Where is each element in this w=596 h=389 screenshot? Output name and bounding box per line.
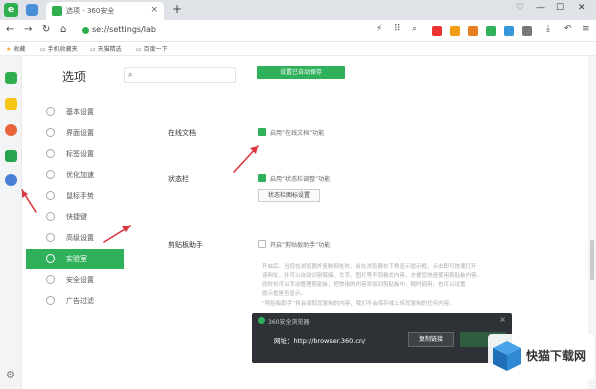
grid-icon[interactable]: ⠿: [394, 24, 401, 34]
tab-settings[interactable]: 选项 - 360安全 ×: [46, 2, 164, 20]
clipboard-description-line: 提示框是否显示。: [262, 291, 307, 297]
interface-icon: [46, 128, 55, 137]
scrollbar-thumb[interactable]: [590, 240, 594, 280]
app-icon[interactable]: [5, 150, 17, 162]
adblock-icon: [46, 296, 55, 305]
online-docs-option: 启用“在线文档”功能: [270, 130, 325, 137]
sidebar-item-optimize[interactable]: 优化加速: [26, 165, 124, 185]
tab-title: 选项 - 360安全: [66, 7, 115, 15]
sidebar-item-adblock[interactable]: 广告过滤: [26, 291, 124, 311]
app-icon[interactable]: [5, 72, 17, 84]
bookmarks-bar: ★ 收藏 ▭ 手机收藏夹 ▭ 天猫精选 ▭ 百度一下: [0, 42, 596, 56]
sidebar-item-tabs[interactable]: 标签设置: [26, 144, 124, 164]
shield-icon: [46, 275, 55, 284]
status-bar-option: 启用“状态栏调整”功能: [270, 176, 331, 183]
app-icon[interactable]: [5, 98, 17, 110]
url-text: se://settings/lab: [92, 25, 156, 34]
undo-icon[interactable]: ↶: [564, 24, 572, 34]
preview-title: 360安全浏览器: [268, 319, 310, 326]
gear-icon[interactable]: ⚙: [6, 370, 15, 381]
menu-icon[interactable]: [522, 26, 532, 36]
minimize-button[interactable]: —: [536, 3, 545, 13]
search-icon: ⌕: [128, 70, 133, 79]
page-title: 选项: [62, 70, 87, 84]
tab-favicon-icon: [52, 6, 62, 16]
download-icon[interactable]: ⤓: [546, 24, 550, 34]
search-input[interactable]: [141, 69, 233, 81]
watermark-text: 快猫下载网: [526, 349, 587, 363]
sidebar-item-gestures[interactable]: 鼠标手势: [26, 186, 124, 206]
app-orange-icon[interactable]: [450, 26, 460, 36]
app-green-icon[interactable]: [486, 26, 496, 36]
sidebar-item-advanced[interactable]: 高级设置: [26, 228, 124, 248]
keyboard-icon: [46, 212, 55, 221]
side-app-strip: ⚙: [0, 56, 22, 389]
app-blue-icon[interactable]: [504, 26, 514, 36]
app-amber-icon[interactable]: [468, 26, 478, 36]
sidebar-item-basic[interactable]: 基本设置: [26, 102, 124, 122]
app-red-icon[interactable]: [432, 26, 442, 36]
lab-icon: [46, 254, 55, 263]
home-button[interactable]: ⌂: [60, 24, 66, 35]
watermark: 快猫下载网: [488, 334, 594, 380]
tab-close-icon[interactable]: ×: [150, 5, 158, 15]
toolbar: ← → ↻ ⌂ se://settings/lab ⚡ ⠿ ⌕ ⤓ ↶ ≡: [0, 20, 596, 42]
star-icon: ★: [6, 46, 12, 53]
refresh-button[interactable]: ↻: [42, 24, 50, 35]
lightning-icon[interactable]: ⚡: [376, 24, 382, 34]
watermark-logo-icon: [493, 341, 521, 371]
status-bar-icon-settings-button[interactable]: 状态栏图标设置: [258, 189, 320, 202]
sidebar-item-shortcuts[interactable]: 快捷键: [26, 207, 124, 227]
clipboard-description-line: 该网址，并可以自动识别链接、文字、图片等不同格式内容，方便您快速使用剪贴板内容。: [262, 273, 483, 279]
back-button[interactable]: ←: [6, 24, 14, 35]
sidebar-item-security[interactable]: 安全设置: [26, 270, 124, 290]
close-window-button[interactable]: ✕: [578, 3, 586, 13]
more-icon[interactable]: ≡: [582, 24, 590, 34]
search-icon[interactable]: ⌕: [412, 24, 417, 34]
sidebar-item-lab[interactable]: 实验室: [26, 249, 124, 269]
clipboard-description-line: “剪贴板助手”将会读取您复制的内容，我们不会保存或上传您复制的任何内容。: [262, 301, 455, 307]
arrow-to-online-docs: [233, 145, 259, 173]
bookmark-item[interactable]: ▭ 百度一下: [136, 44, 168, 53]
address-bar[interactable]: se://settings/lab: [80, 23, 370, 39]
maximize-button[interactable]: ☐: [556, 3, 564, 13]
app-icon[interactable]: [5, 124, 17, 136]
browser-logo-icon[interactable]: e: [4, 3, 18, 17]
close-icon[interactable]: ×: [499, 315, 506, 324]
clipboard-description-line: 同时也可以手动管理剪贴板，把常用的内容添加到剪贴板中，随时调用，也可以设置: [262, 282, 466, 288]
mouse-icon: [46, 191, 55, 200]
clipboard-preview-card: 360安全浏览器 × 网址：http://browser.360.cn/ 复制链…: [252, 313, 512, 363]
copy-link-button[interactable]: 复制链接: [408, 332, 454, 347]
settings-sidebar: 选项 基本设置 界面设置 标签设置 优化加速 鼠标手势 快捷键 高级设置 实验室…: [22, 56, 134, 389]
clipboard-checkbox[interactable]: [258, 240, 266, 248]
new-tab-button[interactable]: +: [172, 2, 182, 16]
online-docs-checkbox[interactable]: [258, 128, 266, 136]
section-label-clipboard: 剪贴板助手: [168, 241, 203, 249]
preview-url: 网址：http://browser.360.cn/: [274, 337, 366, 345]
optimize-icon: [46, 170, 55, 179]
bookmark-item[interactable]: ▭ 天猫精选: [90, 44, 122, 53]
app-icon[interactable]: [5, 174, 17, 186]
tabs-icon: [46, 149, 55, 158]
clipboard-option: 开启“剪贴板助手”功能: [270, 242, 331, 249]
settings-search[interactable]: ⌕: [124, 67, 236, 83]
bookmark-item[interactable]: ▭ 手机收藏夹: [40, 44, 78, 53]
bookmark-favorites[interactable]: ★ 收藏: [6, 44, 25, 53]
tab-bar: e 选项 - 360安全 × + ♡ — ☐ ✕: [0, 0, 596, 20]
sidebar-item-interface[interactable]: 界面设置: [26, 123, 124, 143]
clipboard-description-line: 开启后，当您在浏览器外复制网址时，会在浏览器右下角显示提示框，点击即可快速打开: [262, 264, 477, 270]
save-toast: 设置已自动保存: [257, 66, 345, 79]
user-icon[interactable]: ♡: [516, 3, 524, 13]
secure-icon: [82, 27, 89, 34]
browser-logo-icon: [258, 317, 265, 324]
section-label-status-bar: 状态栏: [168, 175, 189, 183]
settings-icon: [46, 107, 55, 116]
status-bar-checkbox[interactable]: [258, 174, 266, 182]
forward-button[interactable]: →: [24, 24, 32, 35]
arrow-head: [250, 146, 258, 154]
section-label-online-docs: 在线文档: [168, 129, 196, 137]
advanced-icon: [46, 233, 55, 242]
extension-icon[interactable]: [26, 4, 38, 16]
